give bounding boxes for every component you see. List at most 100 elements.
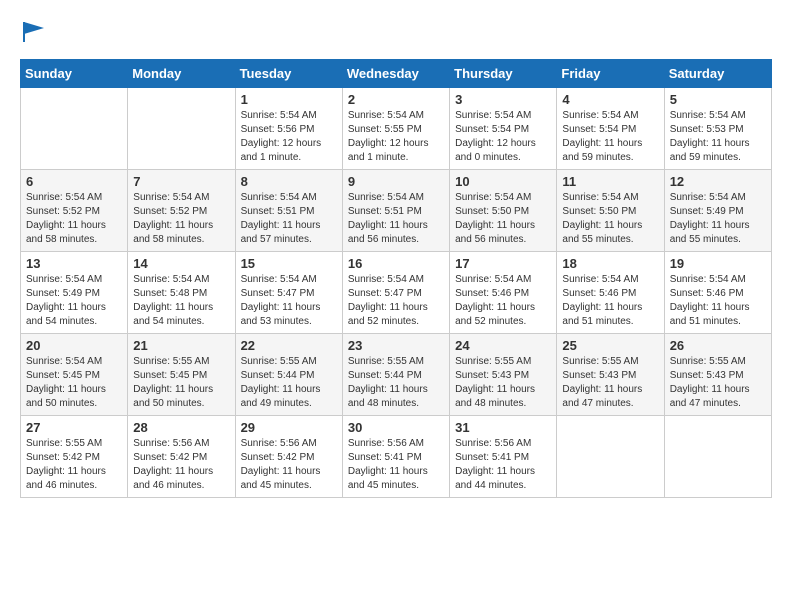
day-number: 12: [670, 174, 766, 189]
day-number: 27: [26, 420, 122, 435]
calendar-cell: 30 Sunrise: 5:56 AMSunset: 5:41 PMDayligh…: [342, 416, 449, 498]
calendar-table: SundayMondayTuesdayWednesdayThursdayFrid…: [20, 59, 772, 498]
day-number: 21: [133, 338, 229, 353]
calendar-cell: 2Sunrise: 5:54 AMSunset: 5:55 PMDaylight…: [342, 88, 449, 170]
logo-flag-icon: [22, 20, 50, 44]
cell-info: Sunrise: 5:54 AMSunset: 5:50 PMDaylight:…: [562, 191, 658, 247]
cell-info: Sunrise: 5:54 AMSunset: 5:46 PMDaylight:…: [455, 273, 551, 329]
logo-text: [20, 20, 50, 49]
calendar-cell: 25 Sunrise: 5:55 AMSunset: 5:43 PMDayligh…: [557, 334, 664, 416]
calendar-cell: 16 Sunrise: 5:54 AMSunset: 5:47 PMDayligh…: [342, 252, 449, 334]
calendar-cell: [128, 88, 235, 170]
calendar-cell: 1 Sunrise: 5:54 AMSunset: 5:56 PMDaylight…: [235, 88, 342, 170]
day-number: 26: [670, 338, 766, 353]
cell-info: Sunrise: 5:55 AMSunset: 5:42 PMDaylight:…: [26, 437, 122, 493]
calendar-cell: 5 Sunrise: 5:54 AMSunset: 5:53 PMDaylight…: [664, 88, 771, 170]
day-header-wednesday: Wednesday: [342, 60, 449, 88]
calendar-cell: [557, 416, 664, 498]
calendar-cell: 18Sunrise: 5:54 AMSunset: 5:46 PMDayligh…: [557, 252, 664, 334]
day-header-monday: Monday: [128, 60, 235, 88]
cell-info: Sunrise: 5:55 AMSunset: 5:43 PMDaylight:…: [562, 355, 658, 411]
calendar-cell: 12 Sunrise: 5:54 AMSunset: 5:49 PMDayligh…: [664, 170, 771, 252]
cell-info: Sunrise: 5:54 AMSunset: 5:52 PMDaylight:…: [26, 191, 122, 247]
day-number: 15: [241, 256, 337, 271]
calendar-cell: 19Sunrise: 5:54 AMSunset: 5:46 PMDayligh…: [664, 252, 771, 334]
day-number: 9: [348, 174, 444, 189]
day-header-thursday: Thursday: [450, 60, 557, 88]
calendar-cell: 10 Sunrise: 5:54 AMSunset: 5:50 PMDayligh…: [450, 170, 557, 252]
cell-info: Sunrise: 5:54 AMSunset: 5:47 PMDaylight:…: [241, 273, 337, 329]
day-number: 16: [348, 256, 444, 271]
cell-info: Sunrise: 5:55 AMSunset: 5:44 PMDaylight:…: [241, 355, 337, 411]
cell-info: Sunrise: 5:54 AMSunset: 5:51 PMDaylight:…: [241, 191, 337, 247]
day-number: 6: [26, 174, 122, 189]
cell-info: Sunrise: 5:54 AMSunset: 5:47 PMDaylight:…: [348, 273, 444, 329]
cell-info: Sunrise: 5:56 AMSunset: 5:42 PMDaylight:…: [133, 437, 229, 493]
calendar-cell: 9 Sunrise: 5:54 AMSunset: 5:51 PMDaylight…: [342, 170, 449, 252]
day-number: 5: [670, 92, 766, 107]
day-number: 10: [455, 174, 551, 189]
week-row-4: 20 Sunrise: 5:54 AMSunset: 5:45 PMDayligh…: [21, 334, 772, 416]
calendar-cell: 8 Sunrise: 5:54 AMSunset: 5:51 PMDaylight…: [235, 170, 342, 252]
calendar-cell: 4 Sunrise: 5:54 AMSunset: 5:54 PMDaylight…: [557, 88, 664, 170]
cell-info: Sunrise: 5:56 AMSunset: 5:41 PMDaylight:…: [348, 437, 444, 493]
day-number: 8: [241, 174, 337, 189]
day-number: 2: [348, 92, 444, 107]
day-number: 20: [26, 338, 122, 353]
cell-info: Sunrise: 5:54 AMSunset: 5:56 PMDaylight:…: [241, 109, 337, 165]
header: [20, 20, 772, 49]
day-header-saturday: Saturday: [664, 60, 771, 88]
calendar-cell: 13Sunrise: 5:54 AMSunset: 5:49 PMDayligh…: [21, 252, 128, 334]
day-header-sunday: Sunday: [21, 60, 128, 88]
week-row-1: 1 Sunrise: 5:54 AMSunset: 5:56 PMDaylight…: [21, 88, 772, 170]
day-number: 4: [562, 92, 658, 107]
cell-info: Sunrise: 5:54 AMSunset: 5:46 PMDaylight:…: [670, 273, 766, 329]
day-header-tuesday: Tuesday: [235, 60, 342, 88]
calendar-cell: 7 Sunrise: 5:54 AMSunset: 5:52 PMDaylight…: [128, 170, 235, 252]
cell-info: Sunrise: 5:55 AMSunset: 5:45 PMDaylight:…: [133, 355, 229, 411]
day-number: 31: [455, 420, 551, 435]
day-number: 28: [133, 420, 229, 435]
calendar-cell: 14 Sunrise: 5:54 AMSunset: 5:48 PMDayligh…: [128, 252, 235, 334]
calendar-cell: 3 Sunrise: 5:54 AMSunset: 5:54 PMDaylight…: [450, 88, 557, 170]
calendar-cell: 22Sunrise: 5:55 AMSunset: 5:44 PMDayligh…: [235, 334, 342, 416]
day-header-friday: Friday: [557, 60, 664, 88]
week-row-5: 27 Sunrise: 5:55 AMSunset: 5:42 PMDayligh…: [21, 416, 772, 498]
calendar-cell: 15 Sunrise: 5:54 AMSunset: 5:47 PMDayligh…: [235, 252, 342, 334]
cell-info: Sunrise: 5:54 AMSunset: 5:46 PMDaylight:…: [562, 273, 658, 329]
cell-info: Sunrise: 5:54 AMSunset: 5:49 PMDaylight:…: [670, 191, 766, 247]
week-row-2: 6 Sunrise: 5:54 AMSunset: 5:52 PMDaylight…: [21, 170, 772, 252]
cell-info: Sunrise: 5:54 AMSunset: 5:52 PMDaylight:…: [133, 191, 229, 247]
calendar-cell: 29Sunrise: 5:56 AMSunset: 5:42 PMDayligh…: [235, 416, 342, 498]
cell-info: Sunrise: 5:54 AMSunset: 5:50 PMDaylight:…: [455, 191, 551, 247]
cell-info: Sunrise: 5:54 AMSunset: 5:54 PMDaylight:…: [562, 109, 658, 165]
calendar-cell: 11 Sunrise: 5:54 AMSunset: 5:50 PMDayligh…: [557, 170, 664, 252]
calendar-cell: [664, 416, 771, 498]
cell-info: Sunrise: 5:54 AMSunset: 5:45 PMDaylight:…: [26, 355, 122, 411]
logo: [20, 20, 50, 49]
day-number: 1: [241, 92, 337, 107]
cell-info: Sunrise: 5:56 AMSunset: 5:42 PMDaylight:…: [241, 437, 337, 493]
cell-info: Sunrise: 5:55 AMSunset: 5:43 PMDaylight:…: [455, 355, 551, 411]
calendar-cell: 21 Sunrise: 5:55 AMSunset: 5:45 PMDayligh…: [128, 334, 235, 416]
day-number: 30: [348, 420, 444, 435]
day-number: 11: [562, 174, 658, 189]
cell-info: Sunrise: 5:54 AMSunset: 5:53 PMDaylight:…: [670, 109, 766, 165]
day-number: 25: [562, 338, 658, 353]
cell-info: Sunrise: 5:54 AMSunset: 5:48 PMDaylight:…: [133, 273, 229, 329]
calendar-cell: 28 Sunrise: 5:56 AMSunset: 5:42 PMDayligh…: [128, 416, 235, 498]
calendar-cell: [21, 88, 128, 170]
week-row-3: 13Sunrise: 5:54 AMSunset: 5:49 PMDayligh…: [21, 252, 772, 334]
cell-info: Sunrise: 5:55 AMSunset: 5:44 PMDaylight:…: [348, 355, 444, 411]
day-number: 3: [455, 92, 551, 107]
day-number: 14: [133, 256, 229, 271]
cell-info: Sunrise: 5:54 AMSunset: 5:51 PMDaylight:…: [348, 191, 444, 247]
calendar-cell: 24Sunrise: 5:55 AMSunset: 5:43 PMDayligh…: [450, 334, 557, 416]
cell-info: Sunrise: 5:55 AMSunset: 5:43 PMDaylight:…: [670, 355, 766, 411]
calendar-cell: 27 Sunrise: 5:55 AMSunset: 5:42 PMDayligh…: [21, 416, 128, 498]
calendar-header-row: SundayMondayTuesdayWednesdayThursdayFrid…: [21, 60, 772, 88]
cell-info: Sunrise: 5:54 AMSunset: 5:54 PMDaylight:…: [455, 109, 551, 165]
calendar-cell: 23Sunrise: 5:55 AMSunset: 5:44 PMDayligh…: [342, 334, 449, 416]
day-number: 7: [133, 174, 229, 189]
calendar-cell: 31Sunrise: 5:56 AMSunset: 5:41 PMDayligh…: [450, 416, 557, 498]
